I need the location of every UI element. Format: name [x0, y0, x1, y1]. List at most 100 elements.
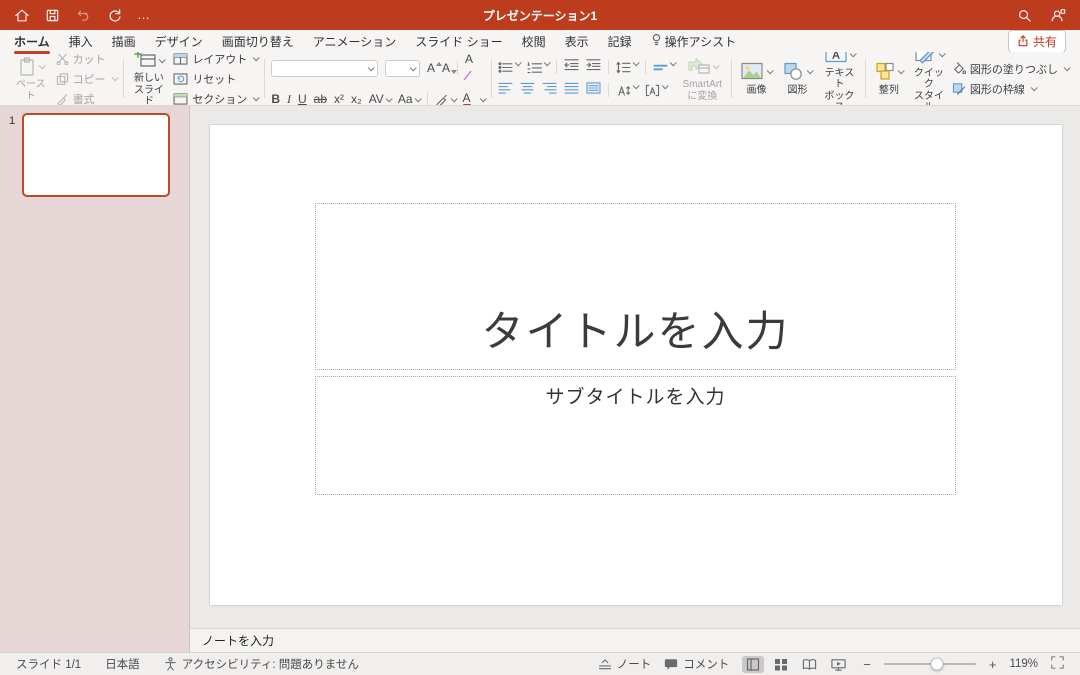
bold-button[interactable]: B — [271, 92, 280, 106]
align-right-button[interactable] — [542, 81, 557, 99]
arrange-button[interactable]: 整列 — [872, 60, 906, 98]
strikethrough-button[interactable]: ab — [314, 92, 327, 106]
title-placeholder[interactable]: タイトルを入力 — [315, 203, 956, 370]
clear-formatting-eraser-icon — [463, 69, 473, 81]
tab-draw[interactable]: 描画 — [112, 33, 136, 50]
bullets-button[interactable] — [498, 61, 520, 74]
fit-to-window-button[interactable] — [1051, 656, 1064, 672]
notes-pane[interactable]: ノートを入力 — [190, 628, 1080, 652]
quick-styles-button[interactable]: クイックスタイル — [911, 52, 947, 106]
section-button[interactable]: セクション — [173, 91, 258, 107]
comments-toggle[interactable]: コメント — [664, 656, 729, 672]
text-direction-button[interactable] — [616, 84, 638, 97]
new-slide-button[interactable]: 新しいスライド — [130, 52, 169, 106]
tab-design[interactable]: デザイン — [155, 33, 203, 50]
character-spacing-button[interactable]: AV — [369, 92, 391, 106]
accessibility-status[interactable]: アクセシビリティ: 問題ありません — [164, 656, 359, 672]
tab-transitions[interactable]: 画面切り替え — [222, 33, 294, 50]
text-lines-icon — [653, 61, 668, 74]
highlight-pen-button[interactable] — [435, 93, 456, 106]
font-color-dropdown-icon[interactable] — [479, 95, 486, 102]
zoom-level[interactable]: 119% — [1009, 658, 1038, 670]
justify-button[interactable] — [564, 81, 579, 99]
shape-fill-button[interactable]: 図形の塗りつぶし — [952, 61, 1069, 77]
clear-formatting-button[interactable]: A — [465, 52, 484, 86]
more-commands-icon[interactable]: … — [137, 10, 151, 20]
text-options-button[interactable] — [653, 61, 675, 74]
comments-toggle-label: コメント — [683, 656, 729, 672]
grow-font-button[interactable]: A — [427, 61, 435, 75]
align-left-button[interactable] — [498, 81, 513, 99]
slide-sorter-view-button[interactable] — [770, 656, 792, 673]
home-icon[interactable] — [14, 8, 30, 23]
distribute-text-button[interactable] — [586, 81, 601, 99]
statusbar-right: ノート コメント − + 119% — [598, 656, 1064, 673]
smartart-label-1: SmartArt — [683, 79, 722, 90]
slide-editing-surface[interactable]: タイトルを入力 サブタイトルを入力 — [210, 125, 1062, 605]
ribbon-tab-bar: ホーム 挿入 描画 デザイン 画面切り替え アニメーション スライド ショー 校… — [0, 30, 1080, 52]
slideshow-view-button[interactable] — [827, 656, 850, 673]
normal-view-button[interactable] — [742, 656, 764, 673]
format-painter-button: 書式 — [56, 91, 117, 107]
search-icon[interactable] — [1017, 8, 1032, 23]
paste-dropdown-icon — [39, 62, 46, 69]
font-color-button[interactable]: A — [463, 91, 471, 106]
notes-toggle[interactable]: ノート — [598, 656, 652, 672]
decrease-indent-button[interactable] — [564, 58, 579, 76]
layout-button[interactable]: レイアウト — [173, 52, 258, 67]
slide-indicator[interactable]: スライド 1/1 — [16, 656, 81, 672]
reading-view-button[interactable] — [798, 656, 821, 673]
zoom-slider-thumb[interactable] — [931, 658, 944, 671]
tab-animations[interactable]: アニメーション — [313, 33, 397, 50]
ribbon-toolbar: ペースト カット コピー 書式 — [0, 52, 1080, 106]
change-case-button[interactable]: Aa — [398, 92, 420, 106]
align-center-button[interactable] — [520, 81, 535, 99]
reset-button[interactable]: リセット — [173, 71, 258, 87]
justify-icon — [564, 82, 579, 94]
textbox-button[interactable]: テキストボックス — [820, 52, 859, 106]
italic-button[interactable]: I — [287, 92, 291, 107]
tab-home[interactable]: ホーム — [14, 33, 50, 50]
zoom-out-button[interactable]: − — [863, 657, 871, 672]
superscript-button[interactable]: x² — [334, 92, 344, 106]
zoom-slider[interactable] — [884, 663, 976, 665]
subscript-button[interactable]: x₂ — [351, 92, 362, 106]
notes-placeholder-text: ノートを入力 — [202, 632, 274, 649]
paste-button: ペースト — [11, 54, 51, 103]
arrange-dropdown-icon — [898, 68, 905, 75]
slide-number: 1 — [9, 115, 15, 127]
account-icon[interactable] — [1050, 8, 1066, 23]
underline-button[interactable]: U — [298, 92, 307, 106]
slide-thumbnail-selected[interactable] — [22, 113, 170, 197]
tab-insert[interactable]: 挿入 — [69, 33, 93, 50]
shrink-font-button[interactable]: A — [442, 61, 450, 75]
subtitle-placeholder-text: サブタイトルを入力 — [545, 382, 725, 409]
tab-review[interactable]: 校閲 — [522, 33, 546, 50]
shape-outline-button[interactable]: 図形の枠線 — [952, 81, 1069, 97]
share-button[interactable]: 共有 — [1008, 30, 1066, 53]
smartart-label-2: に変換 — [687, 91, 717, 102]
language-indicator[interactable]: 日本語 — [105, 656, 140, 672]
subtitle-placeholder[interactable]: サブタイトルを入力 — [315, 376, 956, 495]
line-spacing-button[interactable] — [616, 61, 638, 74]
cut-label: カット — [73, 52, 106, 67]
increase-indent-button[interactable] — [586, 58, 601, 76]
reset-icon — [173, 73, 188, 85]
tab-slideshow[interactable]: スライド ショー — [415, 33, 502, 50]
numbering-button[interactable] — [527, 61, 549, 74]
font-size-combobox[interactable] — [385, 60, 420, 77]
font-name-combobox[interactable] — [271, 60, 378, 77]
shapes-button[interactable]: 図形 — [780, 60, 815, 98]
redo-icon[interactable] — [107, 8, 122, 23]
textbox-label-1: テキスト — [825, 68, 855, 91]
tab-record[interactable]: 記録 — [608, 33, 632, 50]
zoom-in-button[interactable]: + — [989, 657, 997, 672]
section-dropdown-icon — [253, 94, 260, 101]
save-icon[interactable] — [45, 8, 60, 23]
picture-icon — [741, 62, 765, 81]
tab-tell-me[interactable]: 操作アシスト — [651, 33, 737, 50]
tab-view[interactable]: 表示 — [565, 33, 589, 50]
align-text-button[interactable] — [645, 84, 667, 97]
undo-icon — [75, 8, 92, 23]
picture-button[interactable]: 画像 — [738, 60, 775, 98]
